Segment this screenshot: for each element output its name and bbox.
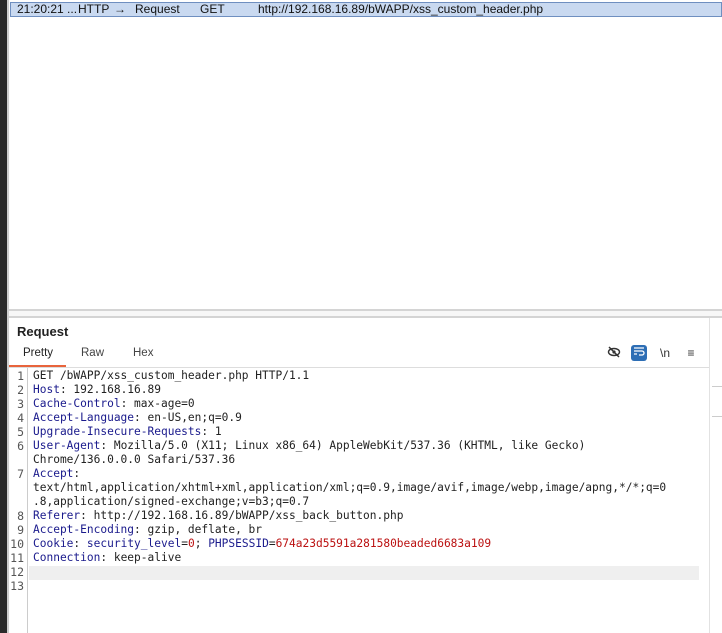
header-value: GET /bWAPP/xss_custom_header.php HTTP/1.… <box>33 369 310 382</box>
header-name: Connection <box>33 551 101 564</box>
header-value: ; <box>194 537 209 550</box>
eye-slash-icon[interactable] <box>606 345 622 361</box>
header-value: = <box>181 537 188 550</box>
header-name: Host <box>33 383 60 396</box>
panel-splitter[interactable] <box>9 309 722 318</box>
type-cell: Request <box>135 2 180 16</box>
header-name: Cache-Control <box>33 397 121 410</box>
line-number: 6 <box>17 439 24 453</box>
line-number: 11 <box>10 551 24 565</box>
line-number: 3 <box>17 397 24 411</box>
header-name: Accept-Language <box>33 411 135 424</box>
menu-icon[interactable]: ≡ <box>683 345 699 361</box>
code-line: Accept-Language: en-US,en;q=0.9 <box>33 411 710 425</box>
header-name: Cookie <box>33 537 74 550</box>
line-number: 12 <box>10 565 24 579</box>
time-cell: 21:20:21 ... <box>17 2 78 16</box>
url-cell: http://192.168.16.89/bWAPP/xss_custom_he… <box>258 2 544 16</box>
method-cell: GET <box>200 2 225 16</box>
code-line: Accept: text/html,application/xhtml+xml,… <box>33 467 710 509</box>
line-number: 2 <box>17 383 24 397</box>
code-line: Referer: http://192.168.16.89/bWAPP/xss_… <box>33 509 710 523</box>
line-number: 1 <box>17 369 24 383</box>
newline-toggle[interactable]: \n <box>657 345 673 361</box>
header-value: : en-US,en;q=0.9 <box>134 411 242 424</box>
line-number: 5 <box>17 425 24 439</box>
code-line: Cookie: security_level=0; PHPSESSID=674a… <box>33 537 710 551</box>
tab-raw[interactable]: Raw <box>81 347 104 359</box>
code-line: GET /bWAPP/xss_custom_header.php HTTP/1.… <box>33 369 710 383</box>
code-line: Cache-Control: max-age=0 <box>33 397 710 411</box>
header-value: : keep-alive <box>100 551 182 564</box>
line-number: 9 <box>17 523 24 537</box>
line-number: 13 <box>10 579 24 593</box>
history-table: 21:20:21 ... HTTP → Request GET http://1… <box>9 0 722 308</box>
header-value: : 192.168.16.89 <box>59 383 161 396</box>
header-value: : Mozilla/5.0 (X11; Linux x86_64) AppleW… <box>33 439 586 466</box>
header-name: security_level <box>86 537 182 550</box>
header-name: User-Agent <box>33 439 101 452</box>
code-line: User-Agent: Mozilla/5.0 (X11; Linux x86_… <box>33 439 710 467</box>
header-name: Accept-Encoding <box>33 523 135 536</box>
side-tick <box>712 386 722 387</box>
code-line: Connection: keep-alive <box>33 551 710 565</box>
side-tick <box>712 416 722 417</box>
code-line: Host: 192.168.16.89 <box>33 383 710 397</box>
panel-title: Request <box>17 324 69 339</box>
header-value: : 1 <box>201 425 222 438</box>
header-name: Accept <box>33 467 74 480</box>
code-line: Accept-Encoding: gzip, deflate, br <box>33 523 710 537</box>
header-name: Referer <box>33 509 81 522</box>
wrap-lines-icon[interactable] <box>631 345 647 361</box>
header-value: = <box>268 537 276 550</box>
request-panel: Request Pretty Raw Hex \n ≡ 1 2 3 4 5 6 7 8 9 10 1… <box>9 318 722 633</box>
header-value: : <box>73 537 87 550</box>
request-editor[interactable]: GET /bWAPP/xss_custom_header.php HTTP/1.… <box>33 369 710 593</box>
window-edge <box>0 0 7 633</box>
tab-hex[interactable]: Hex <box>133 347 153 359</box>
header-value: : gzip, deflate, br <box>134 523 263 536</box>
line-number: 10 <box>10 537 24 551</box>
header-value: : http://192.168.16.89/bWAPP/xss_back_bu… <box>80 509 404 522</box>
cookie-value: 674a23d5591a281580beaded6683a109 <box>275 537 492 550</box>
line-number-gutter: 1 2 3 4 5 6 7 8 9 10 11 12 13 <box>9 368 28 633</box>
cookie-value: 0 <box>187 537 195 550</box>
table-row[interactable]: 21:20:21 ... HTTP → Request GET http://1… <box>10 2 722 17</box>
header-value: : text/html,application/xhtml+xml,applic… <box>33 467 667 508</box>
tool-cell: HTTP <box>78 2 110 16</box>
header-value: : max-age=0 <box>120 397 195 410</box>
line-number: 7 <box>17 467 24 481</box>
header-name: Upgrade-Insecure-Requests <box>33 425 202 438</box>
line-number: 4 <box>17 411 24 425</box>
direction-arrow-icon: → <box>114 2 126 16</box>
tab-pretty[interactable]: Pretty <box>23 347 53 359</box>
code-line: Upgrade-Insecure-Requests: 1 <box>33 425 710 439</box>
header-name: PHPSESSID <box>208 537 269 550</box>
tab-divider <box>9 367 710 368</box>
line-number: 8 <box>17 509 24 523</box>
